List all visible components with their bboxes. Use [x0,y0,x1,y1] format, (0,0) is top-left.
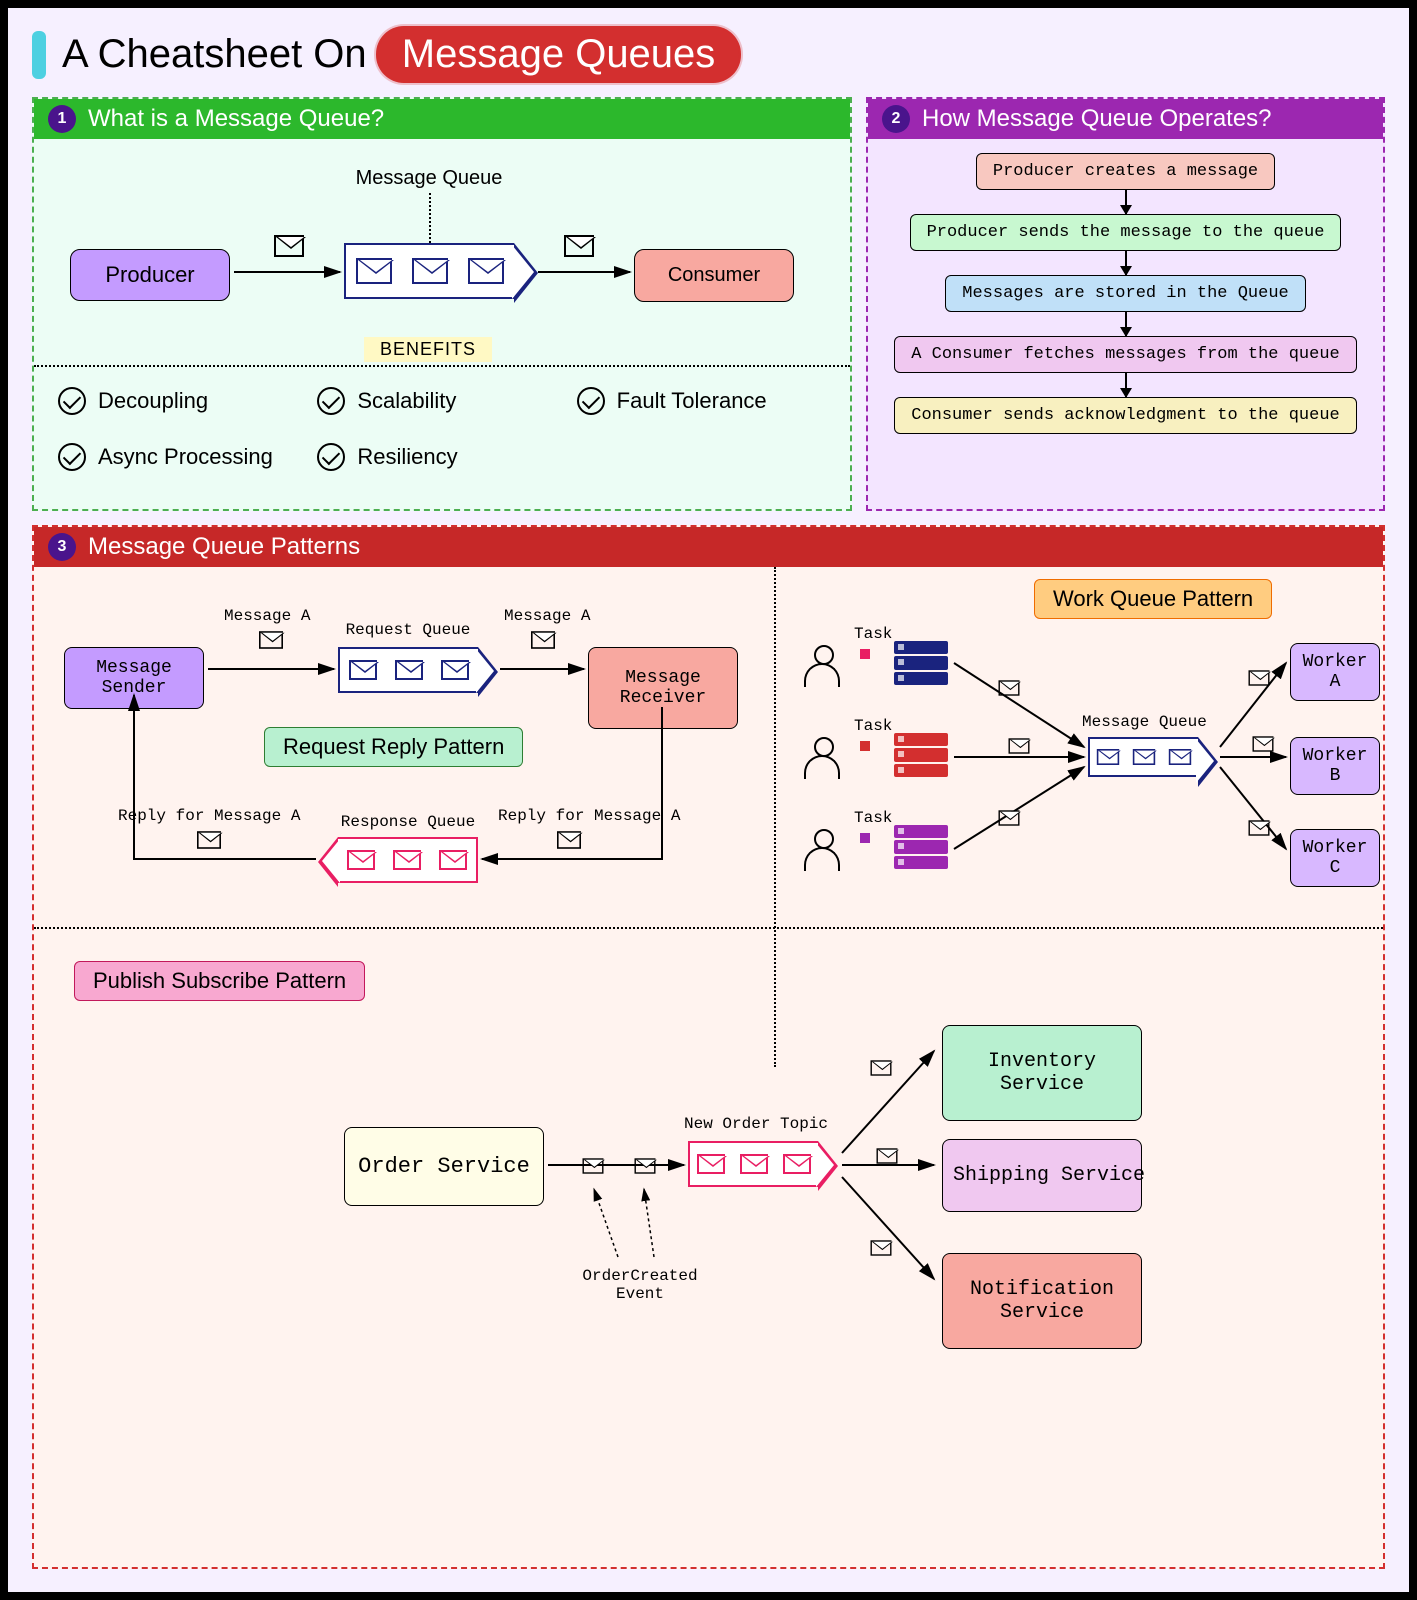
benefit-text: Decoupling [98,388,208,414]
title-highlight: Message Queues [378,28,740,81]
panel1-arrows [34,139,854,339]
envelope-icon [1249,670,1270,685]
benefit-item: Fault Tolerance [577,387,826,415]
cheatsheet-root: A Cheatsheet On Message Queues 1 What is… [0,0,1417,1600]
panel-what-is-mq: 1 What is a Message Queue? Message Queue… [32,97,852,511]
flow-step: Messages are stored in the Queue [945,275,1305,312]
benefits-heading: BENEFITS [364,337,492,362]
check-icon [577,387,605,415]
flow-connector [1125,251,1127,275]
title-prefix: A Cheatsheet On [62,32,367,76]
flow-connector [1125,373,1127,397]
panel3-number-badge: 3 [48,533,76,561]
envelope-icon [564,235,594,257]
envelope-icon [999,680,1020,695]
divider [34,365,850,367]
accent-bar [32,31,46,79]
title-bar: A Cheatsheet On Message Queues [8,8,1409,91]
envelope-icon [871,1060,892,1075]
flow-step: Producer creates a message [976,153,1275,190]
benefit-text: Fault Tolerance [617,388,767,414]
flow-connector [1125,312,1127,336]
benefit-item: Resiliency [317,443,566,471]
request-reply-arrows [34,567,774,927]
flow-step: Consumer sends acknowledgment to the que… [894,397,1356,434]
panel2-flowchart: Producer creates a message Producer sends… [868,139,1383,509]
envelope-icon [274,235,304,257]
envelope-icon [1009,738,1030,753]
check-icon [58,387,86,415]
flow-connector [1125,190,1127,214]
work-queue-arrows [774,567,1404,927]
benefit-item: Scalability [317,387,566,415]
pubsub-arrows [34,927,1394,1487]
panel3-body: Message Sender Message Receiver Request … [34,567,1383,1567]
benefit-item: Async Processing [58,443,307,471]
flow-step: Producer sends the message to the queue [910,214,1342,251]
benefit-text: Scalability [357,388,456,414]
panel1-number-badge: 1 [48,105,76,133]
check-icon [317,443,345,471]
panel3-title: Message Queue Patterns [88,533,360,561]
envelope-icon [635,1158,656,1173]
check-icon [58,443,86,471]
envelope-icon [1249,820,1270,835]
benefit-text: Resiliency [357,444,457,470]
envelope-icon [871,1240,892,1255]
panel-how-mq-operates: 2 How Message Queue Operates? Producer c… [866,97,1385,511]
envelope-icon [583,1158,604,1173]
panel2-title: How Message Queue Operates? [922,105,1272,133]
envelope-icon [999,810,1020,825]
benefits-grid: Decoupling Scalability Fault Tolerance Asyn… [34,375,850,483]
panel2-number-badge: 2 [882,105,910,133]
page-title: A Cheatsheet On Message Queues [62,28,739,81]
flow-step: A Consumer fetches messages from the que… [894,336,1356,373]
panel1-body: Message Queue Producer Consumer [34,139,850,509]
benefit-item: Decoupling [58,387,307,415]
envelope-icon [877,1148,898,1163]
panel2-header: 2 How Message Queue Operates? [868,99,1383,139]
benefit-text: Async Processing [98,444,273,470]
panel3-header: 3 Message Queue Patterns [34,527,1383,567]
panel1-header: 1 What is a Message Queue? [34,99,850,139]
envelope-icon [1253,736,1274,751]
check-icon [317,387,345,415]
panel-patterns: 3 Message Queue Patterns Message Sender … [32,525,1385,1569]
panel1-title: What is a Message Queue? [88,105,384,133]
